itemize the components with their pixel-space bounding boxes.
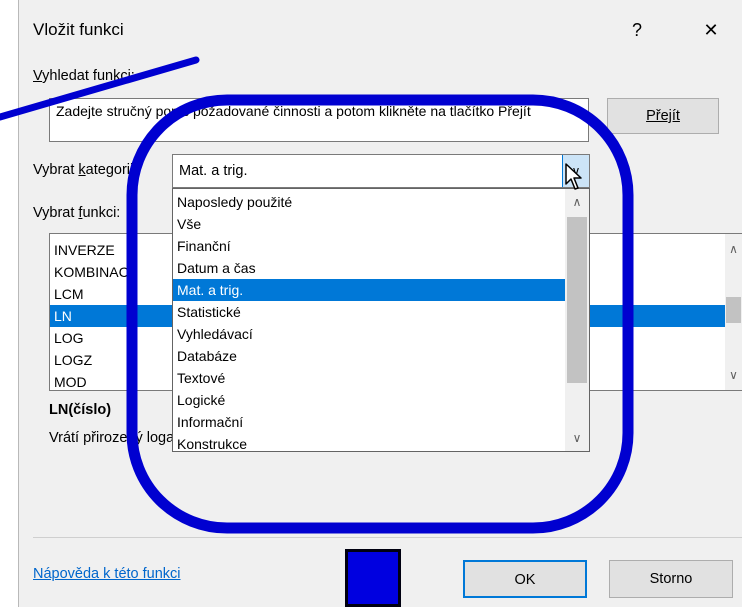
dropdown-option[interactable]: Vyhledávací xyxy=(173,323,589,345)
dropdown-option[interactable]: Finanční xyxy=(173,235,589,257)
dropdown-option[interactable]: Textové xyxy=(173,367,589,389)
dropdown-option[interactable]: Statistické xyxy=(173,301,589,323)
dropdown-scrollbar[interactable]: ∧ ∨ xyxy=(565,189,589,451)
dialog-title: Vložit funkci xyxy=(33,20,124,39)
category-select[interactable]: Mat. a trig. ∨ xyxy=(172,154,590,188)
scroll-down-icon[interactable]: ∨ xyxy=(725,368,742,382)
dropdown-option[interactable]: Informační xyxy=(173,411,589,433)
dropdown-scroll-thumb[interactable] xyxy=(567,217,587,383)
function-signature: LN(číslo) xyxy=(49,402,112,418)
mouse-cursor-icon xyxy=(565,163,582,190)
dropdown-option[interactable]: Konstrukce xyxy=(173,433,589,451)
dropdown-option-selected[interactable]: Mat. a trig. xyxy=(173,279,565,301)
scroll-down-icon[interactable]: ∨ xyxy=(565,431,589,445)
annotation-blue-square xyxy=(345,549,401,607)
search-input[interactable]: Zadejte stručný popis požadované činnost… xyxy=(49,98,589,142)
scroll-thumb[interactable] xyxy=(726,297,741,323)
dropdown-option[interactable]: Naposledy použité xyxy=(173,191,589,213)
function-list-scrollbar[interactable]: ∧ ∨ xyxy=(725,234,742,390)
dropdown-option[interactable]: Databáze xyxy=(173,345,589,367)
scroll-up-icon[interactable]: ∧ xyxy=(565,195,589,209)
cancel-button[interactable]: Storno xyxy=(609,560,733,598)
go-button[interactable]: Přejít xyxy=(607,98,719,134)
help-link[interactable]: Nápověda k této funkci xyxy=(33,566,181,582)
functions-label: Vybrat funkci: xyxy=(33,205,121,221)
category-label: Vybrat kategorii: xyxy=(33,162,138,178)
insert-function-dialog: Vložit funkci ? ✕ Vyhledat funkci: Zadej… xyxy=(18,0,742,607)
dropdown-option[interactable]: Logické xyxy=(173,389,589,411)
help-icon[interactable]: ? xyxy=(617,12,657,48)
footer-divider xyxy=(33,537,742,538)
close-icon[interactable]: ✕ xyxy=(691,12,731,48)
dropdown-option[interactable]: Datum a čas xyxy=(173,257,589,279)
category-dropdown-list[interactable]: Naposledy použité Vše Finanční Datum a č… xyxy=(172,188,590,452)
scroll-up-icon[interactable]: ∧ xyxy=(725,242,742,256)
category-selected-value: Mat. a trig. xyxy=(179,163,248,179)
dropdown-option[interactable]: Vše xyxy=(173,213,589,235)
search-label: Vyhledat funkci: xyxy=(33,68,135,84)
ok-button[interactable]: OK xyxy=(463,560,587,598)
